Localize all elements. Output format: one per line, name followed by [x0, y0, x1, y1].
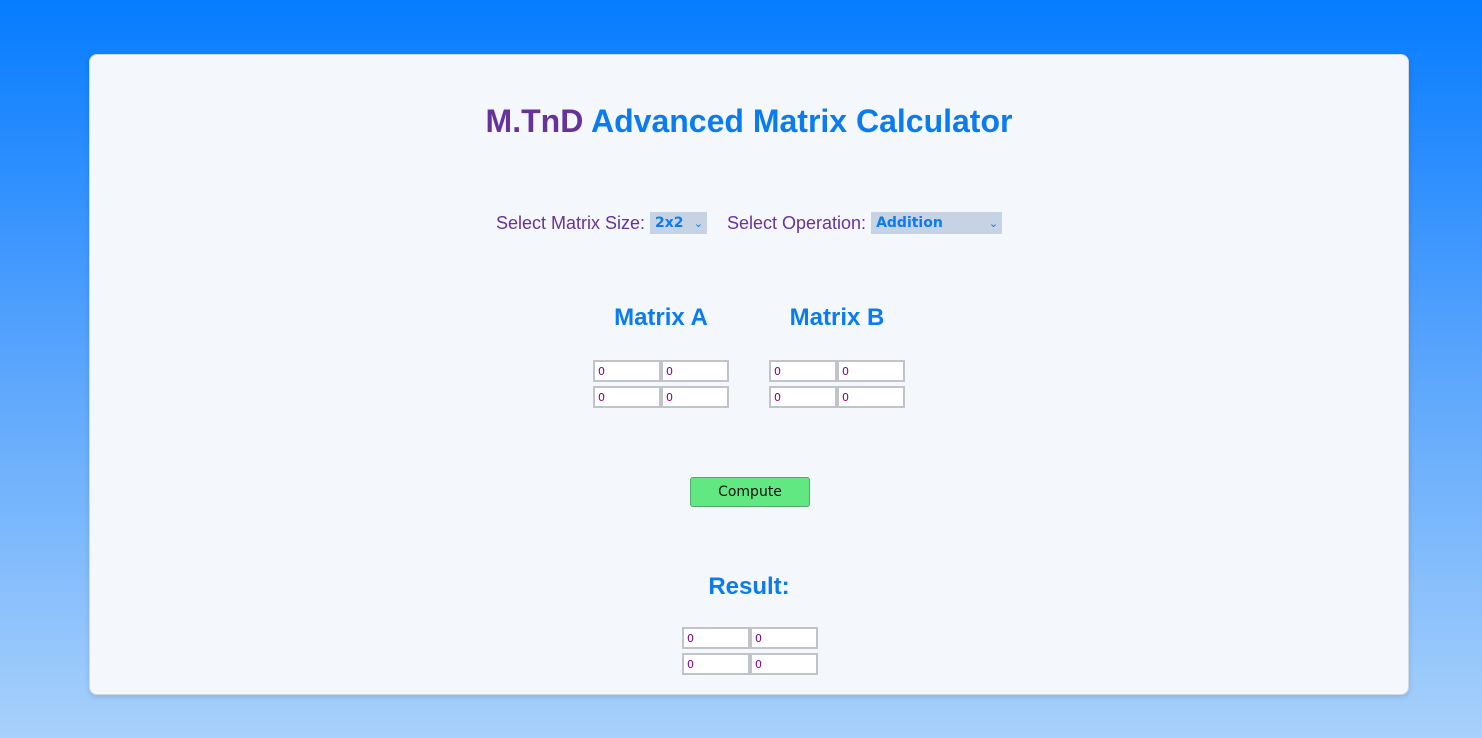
size-label: Select Matrix Size: — [495, 212, 645, 233]
matrix-b-cell[interactable] — [769, 386, 837, 408]
matrix-b-title: Matrix B — [789, 304, 885, 331]
operation-label: Select Operation: — [726, 212, 867, 233]
result-cell[interactable] — [750, 627, 818, 649]
matrix-b-cell[interactable] — [769, 360, 837, 382]
matrix-b: Matrix B — [769, 303, 905, 408]
compute-button[interactable]: Compute — [690, 477, 810, 507]
matrix-a-grid — [593, 360, 729, 408]
page-title: M.TnD Advanced Matrix Calculator — [90, 101, 1408, 141]
operation-select[interactable]: Addition ⌄ — [871, 212, 1003, 234]
matrix-b-cell[interactable] — [837, 386, 905, 408]
calculator-card: M.TnD Advanced Matrix Calculator Select … — [89, 54, 1409, 695]
size-select[interactable]: 2x2 ⌄ — [649, 212, 707, 234]
size-select-value: 2x2 — [654, 215, 684, 231]
matrix-a-cell[interactable] — [593, 360, 661, 382]
result-title: Result: — [708, 573, 790, 600]
matrices-container: Matrix A Matrix B — [90, 303, 1408, 408]
matrix-a-cell[interactable] — [661, 386, 729, 408]
brand-name: M.TnD — [485, 103, 584, 139]
result-cell[interactable] — [750, 653, 818, 675]
result-grid — [682, 627, 818, 675]
matrix-b-cell[interactable] — [837, 360, 905, 382]
matrix-a: Matrix A — [593, 303, 729, 408]
matrix-a-cell[interactable] — [593, 386, 661, 408]
operation-select-value: Addition — [876, 215, 943, 231]
controls-bar: Select Matrix Size: 2x2 ⌄ Select Operati… — [90, 212, 1408, 234]
title-text: Advanced Matrix Calculator — [591, 103, 1013, 139]
result-cell[interactable] — [682, 627, 750, 649]
matrix-a-title: Matrix A — [614, 304, 708, 331]
chevron-down-icon: ⌄ — [693, 216, 703, 230]
chevron-down-icon: ⌄ — [988, 216, 999, 230]
matrix-b-grid — [769, 360, 905, 408]
matrix-a-cell[interactable] — [661, 360, 729, 382]
result-cell[interactable] — [682, 653, 750, 675]
